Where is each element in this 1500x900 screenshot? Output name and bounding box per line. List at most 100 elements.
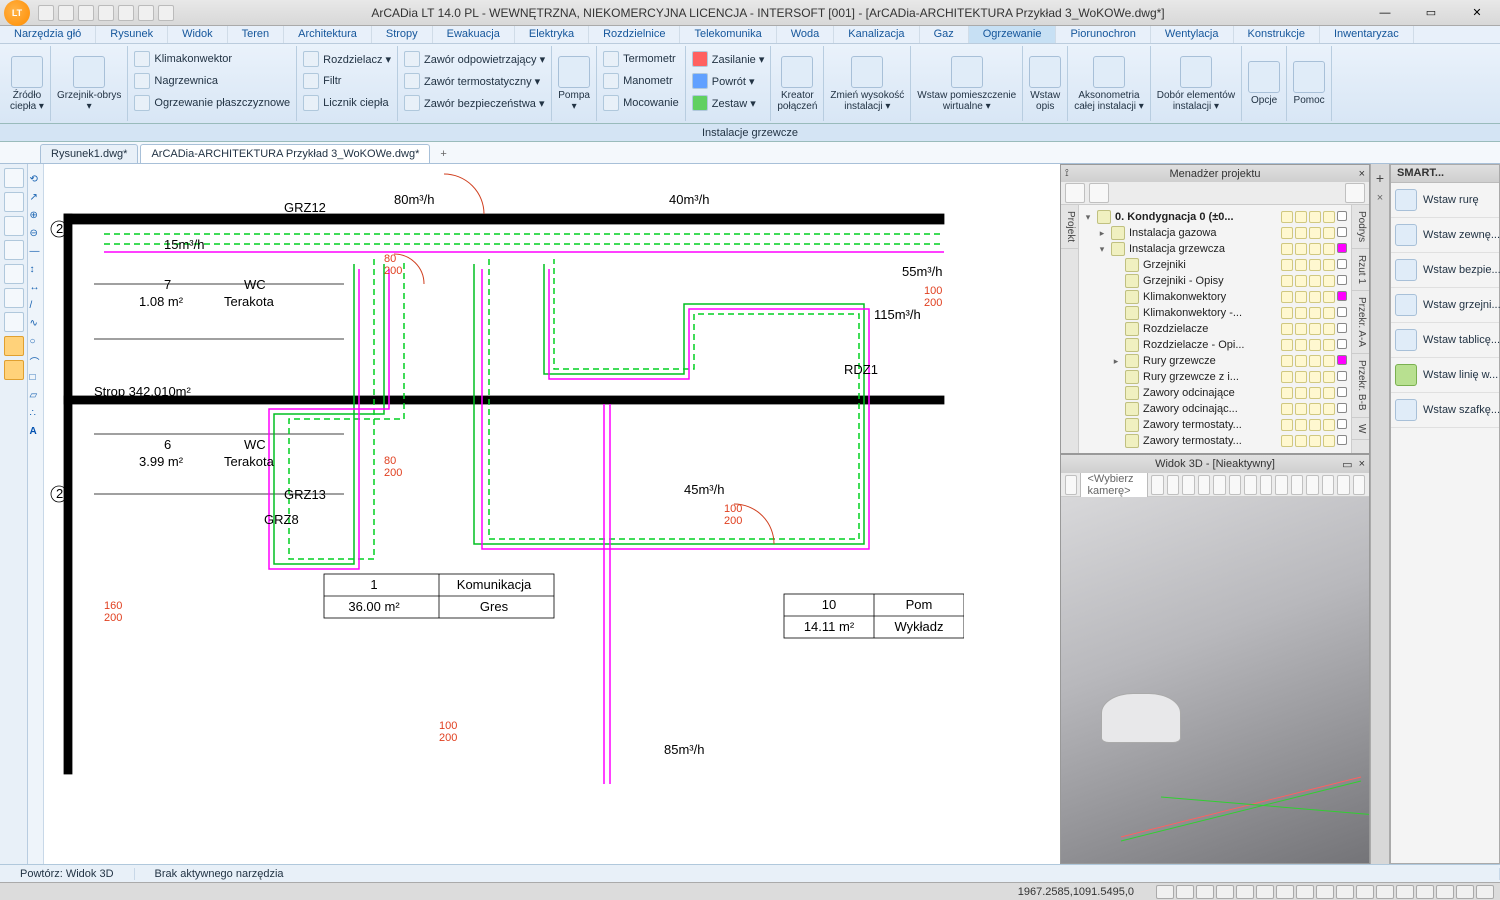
ribbon-tab[interactable]: Narzędzia głó [0,26,96,43]
btn-nagrzewnica[interactable]: Nagrzewnica [134,70,290,92]
status-toggle-icon[interactable] [1456,885,1474,899]
tree-node[interactable]: Klimakonwektory [1083,289,1347,305]
btn-dobor-elem[interactable]: Dobór elementów instalacji ▾ [1151,46,1242,121]
tool-icon[interactable] [4,192,24,212]
btn-manometr[interactable]: Manometr [603,70,679,92]
btn-mocowanie[interactable]: Mocowanie [603,92,679,114]
tree-node[interactable]: Zawory odcinające [1083,385,1347,401]
repeat-label[interactable]: Powtórz: Widok 3D [0,868,135,880]
btn-aksonometria[interactable]: Aksonometria całej instalacji ▾ [1068,46,1151,121]
btn-powrot[interactable]: Powrót ▾ [692,70,765,92]
qat-new-icon[interactable] [38,5,54,21]
camera-select[interactable]: <Wybierz kamerę> [1080,470,1148,500]
ribbon-tab[interactable]: Wentylacja [1151,26,1234,43]
tool-icon-selected[interactable] [4,360,24,380]
tool-icon[interactable] [4,288,24,308]
btn-zawor-odpow[interactable]: Zawór odpowietrzający ▾ [404,48,545,70]
qat-open-icon[interactable] [58,5,74,21]
btn-zasilanie[interactable]: Zasilanie ▾ [692,48,765,70]
v3-tool-icon[interactable] [1229,475,1241,495]
view3d-viewport[interactable] [1061,497,1369,863]
document-tab[interactable]: ArCADia-ARCHITEKTURA Przykład 3_WoKOWe.d… [140,144,430,163]
btn-zawor-termo[interactable]: Zawór termostatyczny ▾ [404,70,545,92]
tree-node[interactable]: Rozdzielacze - Opi... [1083,337,1347,353]
ribbon-tab[interactable]: Telekomunika [680,26,776,43]
minimize-button[interactable]: — [1362,0,1408,26]
btn-filtr[interactable]: Filtr [303,70,391,92]
pm-tool-icon[interactable] [1089,183,1109,203]
tree-node[interactable]: ▸Instalacja gazowa [1083,225,1347,241]
status-toggle-icon[interactable] [1216,885,1234,899]
ribbon-tab[interactable]: Rozdzielnice [589,26,680,43]
smart-item[interactable]: Wstaw grzejni... [1391,288,1499,323]
status-toggle-icon[interactable] [1156,885,1174,899]
v3-tool-icon[interactable] [1322,475,1334,495]
tree-node[interactable]: ▾0. Kondygnacja 0 (±0... [1083,209,1347,225]
quick-access-toolbar[interactable] [38,5,174,21]
pm-sidetab[interactable]: W [1352,418,1369,440]
draw-tool-icon[interactable]: □ [30,372,42,384]
pm-tree[interactable]: ▾0. Kondygnacja 0 (±0...▸Instalacja gazo… [1079,205,1351,453]
close-icon[interactable]: × [1377,192,1383,204]
v3-close-icon[interactable]: × [1359,458,1365,471]
ribbon-tab[interactable]: Widok [168,26,228,43]
status-toggle-icon[interactable] [1356,885,1374,899]
v3-tool-icon[interactable] [1260,475,1272,495]
status-toggle-icon[interactable] [1396,885,1414,899]
smart-item[interactable]: Wstaw rurę [1391,183,1499,218]
tree-node[interactable]: Zawory odcinając... [1083,401,1347,417]
status-toggle-icon[interactable] [1436,885,1454,899]
v3-tool-icon[interactable] [1213,475,1225,495]
btn-pompa[interactable]: Pompa ▾ [552,46,597,121]
pm-tool-icon[interactable] [1065,183,1085,203]
ribbon-tab[interactable]: Rysunek [96,26,168,43]
draw-tool-icon[interactable]: ○ [30,336,42,348]
tree-node[interactable]: Rozdzielacze [1083,321,1347,337]
v3-tool-icon[interactable] [1353,475,1365,495]
tool-icon[interactable] [4,240,24,260]
btn-pomoc[interactable]: Pomoc [1287,46,1332,121]
btn-rozdzielacz[interactable]: Rozdzielacz ▾ [303,48,391,70]
status-toggle-icon[interactable] [1416,885,1434,899]
tree-node[interactable]: Rury grzewcze z i... [1083,369,1347,385]
btn-ogrzewanie-plaszcz[interactable]: Ogrzewanie płaszczyznowe [134,92,290,114]
draw-tool-icon[interactable]: ⌒ [30,354,42,366]
status-toggle-icon[interactable] [1196,885,1214,899]
ribbon-tab[interactable]: Architektura [284,26,372,43]
close-icon[interactable]: × [1359,168,1365,180]
draw-tool-icon[interactable]: ↕ [30,264,42,276]
tree-node[interactable]: ▾Instalacja grzewcza [1083,241,1347,257]
qat-print-icon[interactable] [98,5,114,21]
ribbon-tab[interactable]: Stropy [372,26,433,43]
pm-filter-icon[interactable] [1345,183,1365,203]
btn-wstaw-opis[interactable]: Wstaw opis [1023,46,1068,121]
ribbon-tab[interactable]: Woda [777,26,835,43]
v3-tool-icon[interactable] [1291,475,1303,495]
ribbon-tab[interactable]: Inwentaryzac [1320,26,1414,43]
status-toggle-icon[interactable] [1476,885,1494,899]
btn-grzejnik-obrys[interactable]: Grzejnik-obrys ▾ [51,46,128,121]
v3-tool-icon[interactable] [1151,475,1163,495]
tool-icon-selected[interactable] [4,336,24,356]
close-button[interactable]: ✕ [1454,0,1500,26]
draw-tool-icon[interactable]: / [30,300,42,312]
tool-icon[interactable] [4,168,24,188]
pm-sidetab[interactable]: Przekr. B-B [1352,354,1369,418]
btn-wstaw-pomieszczenie[interactable]: Wstaw pomieszczenie wirtualne ▾ [911,46,1023,121]
btn-opcje[interactable]: Opcje [1242,46,1287,121]
status-toggle-icon[interactable] [1316,885,1334,899]
draw-tool-icon[interactable]: ▱ [30,390,42,402]
status-toggle-icon[interactable] [1256,885,1274,899]
tool-icon[interactable] [4,264,24,284]
btn-licznik-ciepla[interactable]: Licznik ciepła [303,92,391,114]
btn-zmien-wysokosc[interactable]: Zmień wysokość instalacji ▾ [824,46,911,121]
btn-zrodlo-ciepla[interactable]: Źródło ciepła ▾ [4,46,51,121]
plus-icon[interactable]: + [1376,170,1384,186]
v3-tool-icon[interactable] [1182,475,1194,495]
status-toggle-icon[interactable] [1336,885,1354,899]
smart-item[interactable]: Wstaw bezpie... [1391,253,1499,288]
maximize-button[interactable]: ▭ [1408,0,1454,26]
v3-tool-icon[interactable] [1167,475,1179,495]
tree-node[interactable]: Klimakonwektory -... [1083,305,1347,321]
tree-node[interactable]: Zawory termostaty... [1083,433,1347,449]
